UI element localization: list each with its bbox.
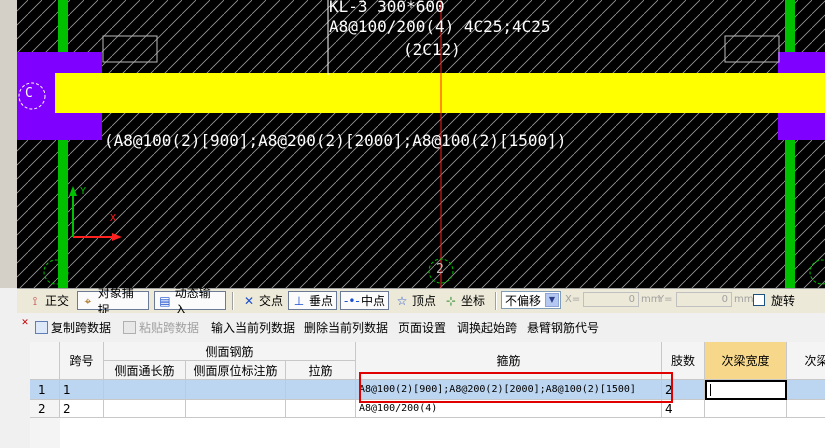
- delete-column-label: 删除当前列数据: [304, 320, 389, 335]
- text-caret: [710, 384, 711, 396]
- y-label: Y=: [658, 294, 673, 305]
- object-snap-icon: ⌖: [84, 293, 92, 308]
- cantilever-code-label: 悬臂钢筋代号: [527, 320, 600, 335]
- col-header-stirrup[interactable]: 箍筋: [356, 342, 662, 380]
- tie-cell[interactable]: [286, 400, 356, 418]
- side-through-cell[interactable]: [104, 400, 186, 418]
- beam-stirrup-label: A8@100/200(4) 4C25;4C25: [329, 17, 551, 36]
- sec-beam-width-cell[interactable]: [705, 400, 787, 418]
- vertex-label: 顶点: [412, 294, 437, 308]
- perpendicular-label: 垂点: [309, 294, 334, 308]
- axis-label-2: 2: [436, 262, 444, 277]
- copy-span-label: 复制跨数据: [51, 320, 112, 335]
- toolbar-separator: [495, 292, 497, 310]
- perpendicular-icon: ⊥: [293, 293, 305, 308]
- side-through-cell[interactable]: [104, 380, 186, 400]
- paste-span-label: 粘贴跨数据: [139, 320, 200, 335]
- dynamic-input-icon: ▤: [159, 293, 171, 308]
- beam-side-label: (2C12): [403, 40, 461, 59]
- col-header-side-rebar: 侧面钢筋: [104, 342, 356, 361]
- col-header-span[interactable]: 跨号: [60, 342, 104, 380]
- col-header-tie[interactable]: 拉筋: [286, 361, 356, 380]
- snap-toolbar: ⟟ 正交 ⌖ 对象捕捉 ▤ 动态输入 ✕ 交点 ⊥ 垂点 -•- 中点 ☆ 顶点…: [17, 286, 825, 317]
- table-empty-area: [60, 418, 825, 448]
- row-header-empty: [30, 418, 61, 448]
- orthogonal-icon: ⟟: [32, 293, 38, 308]
- left-strip: [0, 0, 17, 288]
- left-wall-border: [58, 0, 68, 288]
- input-column-label: 输入当前列数据: [211, 320, 296, 335]
- col-header-legs[interactable]: 肢数: [662, 342, 705, 380]
- tie-cell[interactable]: [286, 380, 356, 400]
- sec-beam-cell[interactable]: [787, 400, 825, 418]
- ucs-y-label: Y: [80, 186, 87, 197]
- beam-body: [55, 73, 825, 113]
- coordinate-icon: ⊹: [445, 293, 457, 308]
- legs-cell[interactable]: 4: [662, 400, 705, 418]
- intersection-label: 交点: [259, 294, 284, 308]
- orthogonal-label: 正交: [45, 294, 70, 308]
- dynamic-input-toggle[interactable]: ▤ 动态输入: [154, 286, 226, 317]
- right-wall-border: [785, 0, 795, 288]
- col-header-side-through[interactable]: 侧面通长筋: [104, 361, 186, 380]
- beam-name-label: KL-3 300*600: [329, 0, 445, 16]
- span-cell[interactable]: 2: [60, 400, 104, 418]
- offset-select-value: 不偏移: [505, 293, 542, 308]
- rebar-grid-panel: ✕ 复制跨数据 粘贴跨数据 输入当前列数据 删除当前列数据 页面设置 调换起始跨…: [17, 313, 825, 448]
- ucs-x-label: X: [110, 213, 117, 224]
- paste-span-button[interactable]: 粘贴跨数据: [123, 317, 199, 337]
- legs-cell[interactable]: 2: [662, 380, 705, 400]
- midpoint-icon: -•-: [344, 293, 360, 308]
- vertex-icon: ☆: [396, 293, 408, 308]
- grid-toolbar: 复制跨数据 粘贴跨数据 输入当前列数据 删除当前列数据 页面设置 调换起始跨 悬…: [17, 317, 825, 337]
- col-header-side-origin[interactable]: 侧面原位标注筋: [186, 361, 286, 380]
- perpendicular-toggle[interactable]: ⊥ 垂点: [288, 291, 337, 310]
- coordinate-toggle[interactable]: ⊹ 坐标: [441, 291, 488, 310]
- stirrup-cell[interactable]: A8@100/200(4): [356, 400, 662, 418]
- paste-icon: [123, 320, 136, 334]
- col-header-sec-beam-width[interactable]: 次梁宽度: [705, 342, 787, 380]
- cad-drawing-area[interactable]: KL-3 300*600 A8@100/200(4) 4C25;4C25 (2C…: [0, 0, 825, 288]
- coordinate-label: 坐标: [461, 294, 486, 308]
- rotate-checkbox[interactable]: [753, 294, 765, 306]
- input-column-button[interactable]: 输入当前列数据: [211, 317, 295, 337]
- corner-header: [30, 342, 60, 380]
- intersection-icon: ✕: [243, 293, 255, 308]
- offset-select[interactable]: 不偏移 ▼: [501, 291, 561, 309]
- sec-beam-width-cell-active[interactable]: [705, 380, 787, 400]
- vertex-toggle[interactable]: ☆ 顶点: [392, 291, 439, 310]
- copy-span-button[interactable]: 复制跨数据: [35, 317, 111, 337]
- chevron-down-icon: ▼: [545, 293, 559, 307]
- copy-icon: [35, 320, 48, 334]
- toolbar-separator: [232, 292, 234, 310]
- page-setup-button[interactable]: 页面设置: [398, 317, 446, 337]
- stirrup-cell[interactable]: A8@100(2)[900];A8@200(2)[2000];A8@100(2)…: [356, 380, 662, 400]
- cantilever-code-button[interactable]: 悬臂钢筋代号: [527, 317, 599, 337]
- midpoint-toggle[interactable]: -•- 中点: [340, 291, 389, 310]
- object-snap-toggle[interactable]: ⌖ 对象捕捉: [77, 286, 149, 317]
- midpoint-label: 中点: [361, 294, 386, 308]
- y-input[interactable]: 0: [676, 292, 732, 307]
- x-label: X=: [565, 294, 581, 305]
- axis-label-c: C: [25, 86, 33, 101]
- span-cell[interactable]: 1: [60, 380, 104, 400]
- sec-beam-cell[interactable]: [787, 380, 825, 400]
- x-input[interactable]: 0: [583, 292, 639, 307]
- span-stirrup-label: (A8@100(2)[900];A8@200(2)[2000];A8@100(2…: [104, 131, 567, 150]
- row-header[interactable]: 2: [30, 400, 60, 418]
- row-header[interactable]: 1: [30, 380, 60, 400]
- side-origin-cell[interactable]: [186, 400, 286, 418]
- y-unit: mm: [734, 294, 754, 305]
- page-setup-label: 页面设置: [398, 320, 447, 335]
- col-header-sec-beam[interactable]: 次梁: [787, 342, 825, 380]
- orthogonal-toggle[interactable]: ⟟ 正交: [25, 291, 72, 310]
- intersection-toggle[interactable]: ✕ 交点: [239, 291, 286, 310]
- side-origin-cell[interactable]: [186, 380, 286, 400]
- rotate-label: 旋转: [771, 294, 796, 308]
- delete-column-button[interactable]: 删除当前列数据: [304, 317, 388, 337]
- adjust-start-button[interactable]: 调换起始跨: [457, 317, 517, 337]
- adjust-start-label: 调换起始跨: [457, 320, 518, 335]
